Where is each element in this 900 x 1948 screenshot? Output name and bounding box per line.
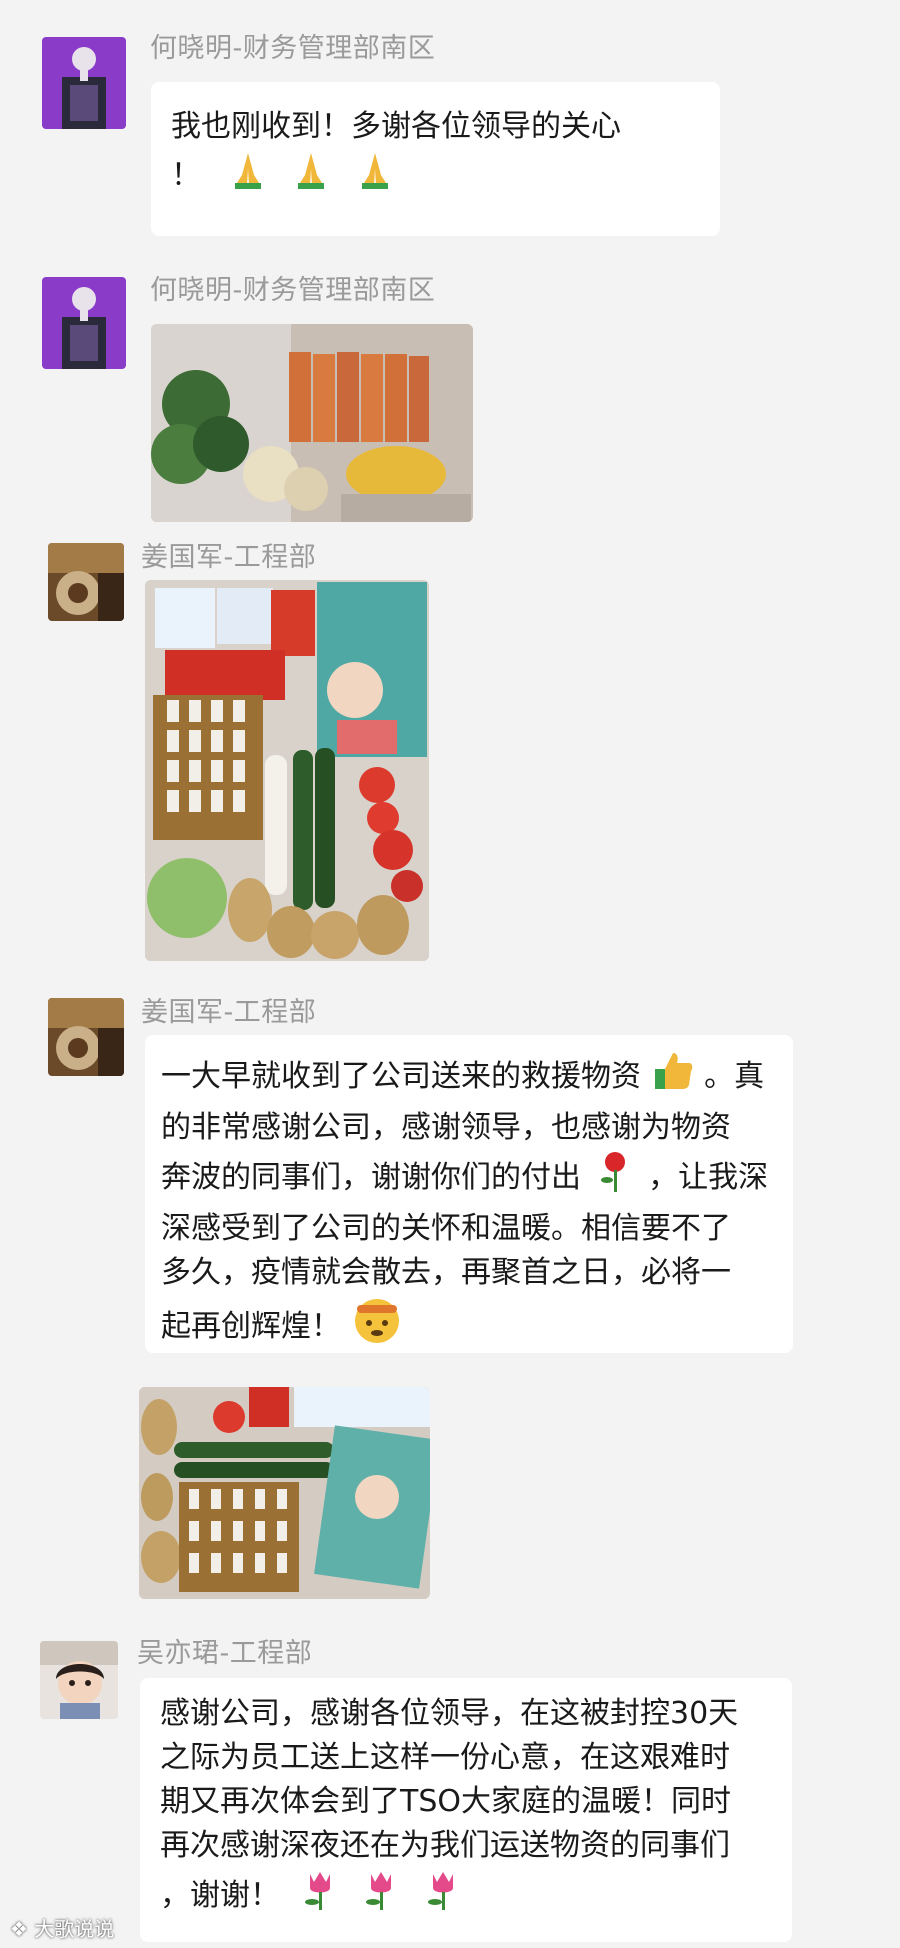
message-bubble[interactable]: 感谢公司，感谢各位领导，在这被封控30天 之际为员工送上这样一份心意，在这艰难时… [140,1678,792,1942]
tulip-icon [300,1868,340,1925]
watermark-logo-icon: ❖ [10,1917,28,1941]
folded-hands-icon [290,149,332,204]
watermark-text: 大歌说说 [34,1917,115,1941]
message-line: 期又再次体会到了TSO大家庭的温暖！同时 [160,1784,731,1819]
message-line: 奔波的同事们，谢谢你们的付出 [161,1160,581,1195]
message-line: ，让我深 [648,1160,769,1195]
message-line: 的非常感谢公司，感谢领导，也感谢为物资 [161,1110,731,1145]
watermark: ❖ 大歌说说 [10,1913,114,1942]
message-line: ，谢谢！ [160,1878,280,1913]
supplies-photo[interactable] [151,324,473,522]
sender-name: 何晓明-财务管理部南区 [150,275,436,306]
supplies-photo[interactable] [139,1387,430,1599]
sender-name: 姜国军-工程部 [141,542,317,573]
sender-name: 姜国军-工程部 [141,997,317,1028]
message-line: 。真 [704,1059,765,1094]
tulip-icon [423,1868,463,1925]
avatar[interactable] [48,543,124,621]
sender-name: 何晓明-财务管理部南区 [150,33,436,64]
message-line: ！ [171,158,201,193]
message-line: 多久，疫情就会散去，再聚首之日，必将一 [161,1255,731,1290]
folded-hands-icon [354,149,396,204]
avatar[interactable] [42,37,126,129]
rose-icon [597,1150,633,1207]
message-bubble[interactable]: 我也刚收到！多谢各位领导的关心 ！ [151,82,720,236]
thumbs-up-icon [651,1049,695,1106]
avatar[interactable] [40,1641,118,1719]
message-line: 之际为员工送上这样一份心意，在这艰难时 [160,1740,730,1775]
avatar[interactable] [42,277,126,369]
message-line: 深感受到了公司的关怀和温暖。相信要不了 [161,1211,731,1246]
tulip-icon [361,1868,401,1925]
message-line: 一大早就收到了公司送来的救援物资 [161,1059,641,1094]
message-line: 我也刚收到！多谢各位领导的关心 [171,109,621,144]
saluting-face-icon [351,1295,403,1360]
sender-name: 吴亦珺-工程部 [137,1638,313,1669]
avatar[interactable] [48,998,124,1076]
supplies-photo[interactable] [145,580,429,961]
message-bubble[interactable]: 一大早就收到了公司送来的救援物资 。真 的非常感谢公司，感谢领导，也感谢为物资 … [145,1035,793,1353]
message-line: 再次感谢深夜还在为我们运送物资的同事们 [160,1828,730,1863]
message-line: 感谢公司，感谢各位领导，在这被封控30天 [160,1696,739,1731]
folded-hands-icon [227,149,269,204]
message-line: 起再创辉煌！ [161,1309,341,1344]
